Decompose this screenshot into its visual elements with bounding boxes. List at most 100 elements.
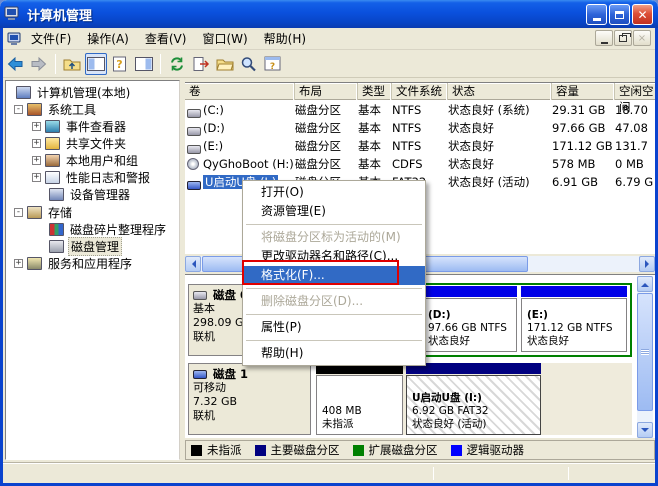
disk1-status: 联机 (193, 409, 306, 423)
device-manager-icon (49, 188, 64, 201)
close-button[interactable]: ✕ (632, 4, 653, 25)
cell-volume: (E:) (203, 137, 295, 155)
console-tree-panel: 计算机管理(本地) - 系统工具 + 事件查看器 + 共享文件夹 + 本地用户和… (5, 80, 180, 460)
column-header-freespace[interactable]: 空闲空间 (615, 83, 655, 100)
scroll-up-icon[interactable] (637, 276, 653, 292)
expand-expander-icon[interactable]: + (32, 139, 41, 148)
column-header-status[interactable]: 状态 (448, 83, 552, 100)
open-folder-icon[interactable] (214, 53, 236, 75)
partition-e[interactable]: (E:) 171.12 GB NTFS 状态良好 (521, 286, 627, 352)
legend-label: 扩展磁盘分区 (369, 442, 438, 458)
column-header-volume[interactable]: 卷 (185, 83, 295, 100)
show-action-pane-icon[interactable] (133, 53, 155, 75)
status-divider (568, 467, 569, 480)
tree-item-computer-management[interactable]: 计算机管理(本地) (16, 84, 132, 101)
cell-freespace: 18.70 (615, 101, 655, 119)
cell-volume: QyGhoBoot (H:) (203, 155, 295, 173)
scroll-right-icon[interactable] (639, 256, 655, 272)
tree-item-services[interactable]: + 服务和应用程序 (14, 255, 134, 272)
tree-item-shared-folders[interactable]: + 共享文件夹 (32, 135, 128, 152)
tree-item-label: 服务和应用程序 (46, 255, 134, 272)
up-level-icon[interactable] (61, 53, 83, 75)
column-header-capacity[interactable]: 容量 (552, 83, 615, 100)
console-icon (7, 32, 23, 46)
tree-item-storage[interactable]: - 存储 (14, 204, 74, 221)
column-header-type[interactable]: 类型 (358, 83, 392, 100)
disk-icon (193, 291, 207, 300)
tree-item-defragmenter[interactable]: 磁盘碎片整理程序 (49, 221, 168, 238)
menu-file[interactable]: 文件(F) (23, 28, 79, 49)
partition-size: 408 MB (322, 405, 400, 418)
partition-name: (E:) (527, 309, 624, 322)
column-header-filesystem[interactable]: 文件系统 (392, 83, 448, 100)
menu-separator (246, 340, 422, 341)
partition-i-selected[interactable]: U启动U盘 (I:) 6.92 GB FAT32 状态良好 (活动) (406, 363, 541, 435)
expand-expander-icon[interactable]: + (32, 122, 41, 131)
cell-volume: (D:) (203, 119, 295, 137)
vertical-scroll-thumb[interactable] (637, 293, 653, 411)
title-bar[interactable]: 计算机管理 ✕ (0, 0, 658, 28)
partition-status: 状态良好 (活动) (412, 418, 538, 431)
search-icon[interactable] (238, 53, 260, 75)
cell-layout: 磁盘分区 (295, 119, 355, 137)
tree-item-performance[interactable]: + 性能日志和警报 (32, 169, 152, 186)
tree-item-device-manager[interactable]: 设备管理器 (49, 186, 132, 203)
menu-help[interactable]: 帮助(H) (256, 28, 314, 49)
tree-item-label: 性能日志和警报 (64, 169, 152, 186)
refresh-icon[interactable] (166, 53, 188, 75)
disk1-info-box[interactable]: 磁盘 1 可移动 7.32 GB 联机 (188, 363, 311, 435)
tree-item-label: 本地用户和组 (64, 152, 140, 169)
unallocated-space[interactable]: 408 MB 未指派 (316, 363, 403, 435)
tree-item-disk-management[interactable]: 磁盘管理 (49, 238, 122, 255)
expand-expander-icon[interactable]: + (32, 173, 41, 182)
cell-freespace: 131.7 (615, 137, 655, 155)
legend-unallocated: 未指派 (191, 442, 242, 458)
legend-label: 主要磁盘分区 (271, 442, 340, 458)
cell-capacity: 578 MB (552, 155, 614, 173)
menu-item-explore[interactable]: 资源管理(E) (243, 202, 425, 221)
scroll-down-icon[interactable] (637, 422, 653, 438)
expand-expander-icon[interactable]: + (14, 259, 23, 268)
legend-label: 未指派 (207, 442, 242, 458)
tree-item-event-viewer[interactable]: + 事件查看器 (32, 118, 128, 135)
collapse-expander-icon[interactable]: - (14, 105, 23, 114)
volume-row-d[interactable]: (D:) 磁盘分区 基本 NTFS 状态良好 97.66 GB 47.08 (185, 119, 655, 137)
menu-item-help[interactable]: 帮助(H) (243, 344, 425, 363)
help-window-icon[interactable]: ? (262, 53, 284, 75)
maximize-button[interactable] (609, 4, 630, 25)
cell-status: 状态良好 (448, 119, 550, 137)
expand-expander-icon[interactable]: + (32, 156, 41, 165)
volume-row-h[interactable]: QyGhoBoot (H:) 磁盘分区 基本 CDFS 状态良好 578 MB … (185, 155, 655, 173)
partition-size: 171.12 GB NTFS (527, 322, 624, 335)
show-console-tree-icon[interactable] (85, 53, 107, 75)
mdi-restore-button[interactable] (614, 30, 632, 46)
computer-icon (16, 86, 31, 99)
tree-item-system-tools[interactable]: - 系统工具 (14, 101, 98, 118)
volume-row-e[interactable]: (E:) 磁盘分区 基本 NTFS 状态良好 171.12 GB 131.7 (185, 137, 655, 155)
column-header-layout[interactable]: 布局 (295, 83, 358, 100)
export-list-icon[interactable] (190, 53, 212, 75)
vertical-scrollbar[interactable] (637, 276, 653, 438)
scroll-left-icon[interactable] (185, 256, 201, 272)
tree-item-label: 存储 (46, 204, 74, 221)
cell-capacity: 97.66 GB (552, 119, 614, 137)
tree-item-local-users[interactable]: + 本地用户和组 (32, 152, 140, 169)
minimize-button[interactable] (586, 4, 607, 25)
partition-status: 未指派 (322, 418, 400, 431)
menu-action[interactable]: 操作(A) (79, 28, 137, 49)
menu-item-open[interactable]: 打开(O) (243, 183, 425, 202)
volume-row-c[interactable]: (C:) 磁盘分区 基本 NTFS 状态良好 (系统) 29.31 GB 18.… (185, 101, 655, 119)
help-doc-icon[interactable]: ? (109, 53, 131, 75)
menu-item-properties[interactable]: 属性(P) (243, 318, 425, 337)
mdi-minimize-button[interactable] (595, 30, 613, 46)
menu-view[interactable]: 查看(V) (137, 28, 195, 49)
forward-icon[interactable] (28, 53, 50, 75)
primary-color-swatch (255, 445, 266, 456)
menu-window[interactable]: 窗口(W) (194, 28, 255, 49)
extended-color-swatch (353, 445, 364, 456)
back-icon[interactable] (4, 53, 26, 75)
partition-d[interactable]: (D:) 97.66 GB NTFS 状态良好 (422, 286, 517, 352)
services-icon (27, 257, 42, 270)
collapse-expander-icon[interactable]: - (14, 208, 23, 217)
cell-layout: 磁盘分区 (295, 137, 355, 155)
